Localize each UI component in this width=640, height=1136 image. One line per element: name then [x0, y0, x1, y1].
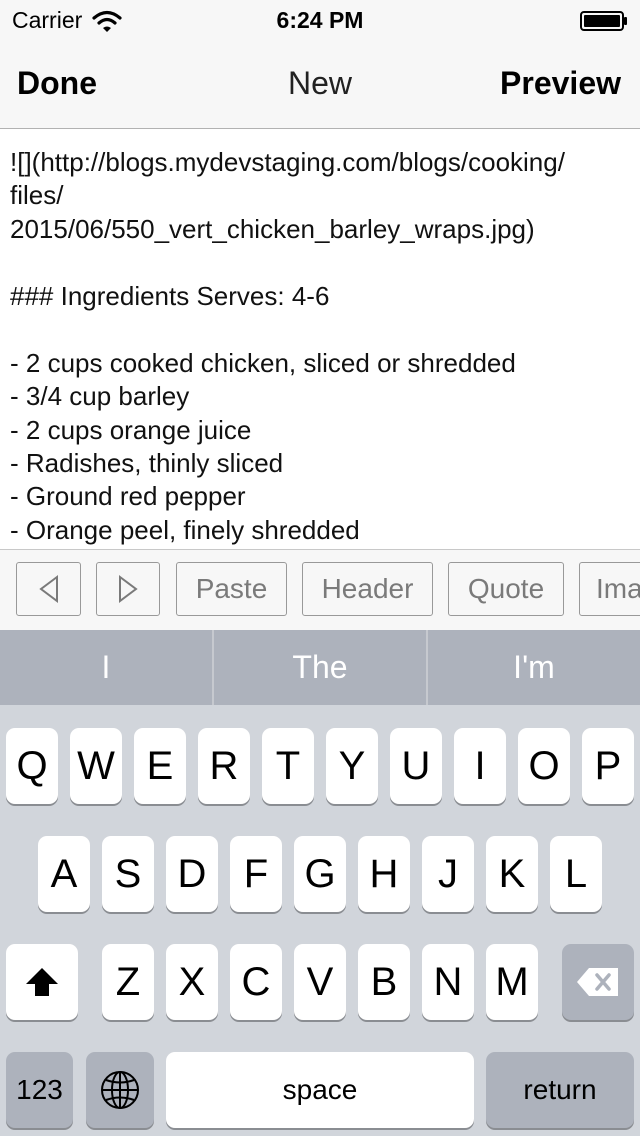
key-e[interactable]: E	[134, 728, 186, 804]
key-r[interactable]: R	[198, 728, 250, 804]
key-v[interactable]: V	[294, 944, 346, 1020]
next-button[interactable]	[96, 562, 160, 616]
predictive-bar: I The I'm	[0, 630, 640, 705]
header-button[interactable]: Header	[302, 562, 433, 616]
key-m[interactable]: M	[486, 944, 538, 1020]
key-o[interactable]: O	[518, 728, 570, 804]
numbers-key[interactable]: 123	[6, 1052, 73, 1128]
key-k[interactable]: K	[486, 836, 538, 912]
status-bar: Carrier 6:24 PM	[0, 0, 640, 40]
editor-line: - Ground red pepper	[10, 481, 246, 511]
battery-icon	[580, 11, 627, 31]
editor-line: 2015/06/550_vert_chicken_barley_wraps.jp…	[10, 214, 535, 244]
key-f[interactable]: F	[230, 836, 282, 912]
key-y[interactable]: Y	[326, 728, 378, 804]
editor-line: - 2 cups orange juice	[10, 415, 252, 445]
globe-key[interactable]	[86, 1052, 154, 1128]
key-j[interactable]: J	[422, 836, 474, 912]
shift-arrow-icon	[26, 968, 58, 996]
globe-icon	[101, 1071, 139, 1109]
editor-line: - Radishes, thinly sliced	[10, 448, 284, 478]
key-q[interactable]: Q	[6, 728, 58, 804]
navigation-bar: New Done Preview	[0, 40, 640, 129]
prediction-item[interactable]: The	[214, 630, 426, 705]
key-w[interactable]: W	[70, 728, 122, 804]
quote-button[interactable]: Quote	[448, 562, 564, 616]
key-a[interactable]: A	[38, 836, 90, 912]
preview-button[interactable]: Preview	[500, 65, 621, 102]
markdown-toolbar: Paste Header Quote Ima	[0, 549, 640, 630]
keyboard: I The I'm Q W E R T Y U I O P A S D F G …	[0, 630, 640, 1136]
key-c[interactable]: C	[230, 944, 282, 1020]
editor-line: ### Ingredients Serves: 4-6	[10, 281, 330, 311]
backspace-icon	[577, 968, 618, 996]
delete-key[interactable]	[562, 944, 634, 1020]
key-i[interactable]: I	[454, 728, 506, 804]
space-key[interactable]: space	[166, 1052, 474, 1128]
markdown-editor[interactable]: ![](http://blogs.mydevstaging.com/blogs/…	[0, 129, 640, 549]
key-z[interactable]: Z	[102, 944, 154, 1020]
status-time: 6:24 PM	[276, 7, 364, 33]
editor-line: - Orange peel, finely shredded	[10, 515, 360, 545]
image-button[interactable]: Ima	[579, 562, 640, 616]
key-s[interactable]: S	[102, 836, 154, 912]
key-t[interactable]: T	[262, 728, 314, 804]
done-button[interactable]: Done	[17, 65, 97, 102]
editor-line: - 2 cups cooked chicken, sliced or shred…	[10, 348, 516, 378]
key-l[interactable]: L	[550, 836, 602, 912]
editor-line: files/	[10, 180, 64, 210]
triangle-right-icon	[119, 575, 138, 603]
key-p[interactable]: P	[582, 728, 634, 804]
prediction-item[interactable]: I'm	[428, 630, 640, 705]
previous-button[interactable]	[16, 562, 81, 616]
triangle-left-icon	[38, 575, 58, 603]
return-key[interactable]: return	[486, 1052, 634, 1128]
shift-key[interactable]	[6, 944, 78, 1020]
paste-button[interactable]: Paste	[176, 562, 287, 616]
prediction-item[interactable]: I	[0, 630, 212, 705]
key-d[interactable]: D	[166, 836, 218, 912]
key-u[interactable]: U	[390, 728, 442, 804]
editor-line: - 3/4 cup barley	[10, 381, 190, 411]
editor-line: ![](http://blogs.mydevstaging.com/blogs/…	[10, 147, 565, 177]
key-b[interactable]: B	[358, 944, 410, 1020]
key-n[interactable]: N	[422, 944, 474, 1020]
key-h[interactable]: H	[358, 836, 410, 912]
key-g[interactable]: G	[294, 836, 346, 912]
key-x[interactable]: X	[166, 944, 218, 1020]
